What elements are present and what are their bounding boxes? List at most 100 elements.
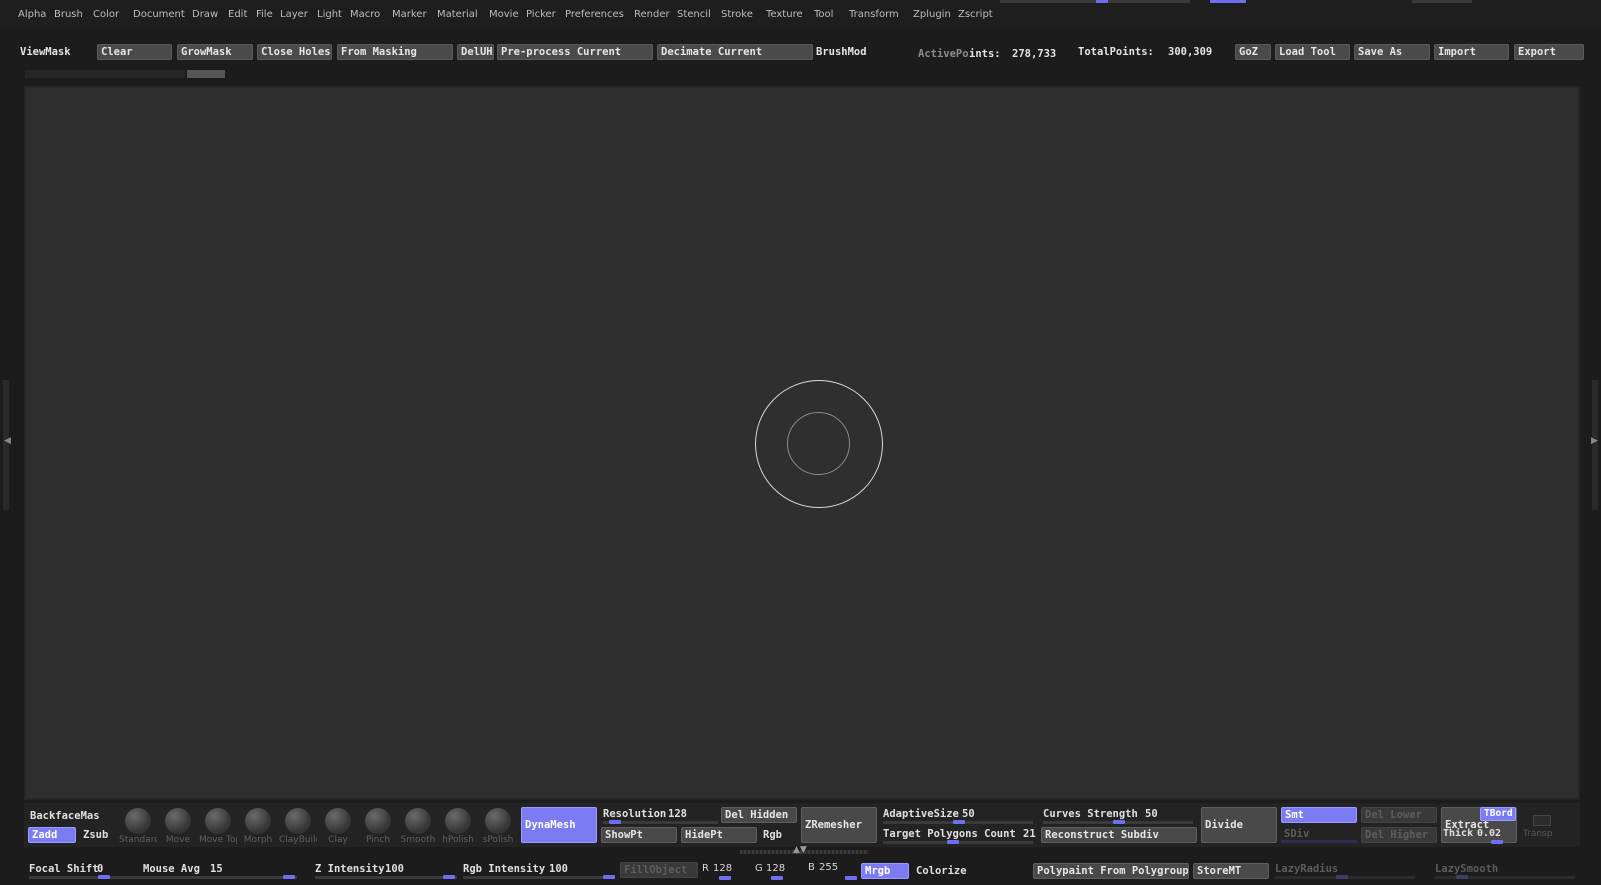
smt-toggle[interactable]: Smt (1281, 807, 1357, 823)
export-button[interactable]: Export (1514, 44, 1584, 60)
z-intensity-slider[interactable] (315, 876, 457, 879)
shelf-collapse-icon[interactable]: ▲▼ (793, 845, 807, 855)
zadd-button[interactable]: Zadd (28, 827, 76, 843)
brush-spolish[interactable]: sPolish (479, 808, 517, 845)
goz-button[interactable]: GoZ (1235, 44, 1271, 60)
menu-layer[interactable]: Layer (280, 9, 308, 20)
del-lower-button[interactable]: Del Lower (1361, 807, 1437, 823)
resolution-slider-knob[interactable] (609, 820, 621, 824)
divide-button[interactable]: Divide (1201, 807, 1277, 843)
del-higher-button[interactable]: Del Higher (1361, 827, 1437, 843)
lazysmooth-knob[interactable] (1456, 875, 1468, 879)
target-polygons-knob[interactable] (947, 840, 959, 844)
decimate-current-button[interactable]: Decimate Current (657, 44, 813, 60)
total-points-label: TotalPoints: (1078, 46, 1154, 58)
storemt-button[interactable]: StoreMT (1193, 863, 1269, 879)
right-tray-arrow-icon[interactable]: ▶ (1591, 436, 1598, 446)
g-slider-knob[interactable] (771, 876, 783, 880)
hidept-button[interactable]: HidePt (681, 827, 757, 843)
brush-hpolish[interactable]: hPolish (439, 808, 477, 845)
adaptive-size-knob[interactable] (953, 820, 965, 824)
brush-pinch[interactable]: Pinch (359, 808, 397, 845)
curves-strength-knob[interactable] (1113, 820, 1125, 824)
brush-clay[interactable]: Clay (319, 808, 357, 845)
preprocess-current-button[interactable]: Pre-process Current (497, 44, 653, 60)
r-value: 128 (713, 863, 733, 874)
zremesher-button[interactable]: ZRemesher (801, 807, 877, 843)
top-slider-knob[interactable] (1096, 0, 1108, 3)
save-as-button[interactable]: Save As (1354, 44, 1430, 60)
deluh-button[interactable]: DelUH (457, 44, 494, 60)
focal-shift-knob[interactable] (98, 875, 110, 879)
dynamesh-button[interactable]: DynaMesh (521, 807, 597, 843)
fillobject-button[interactable]: FillObject (620, 862, 698, 878)
menu-file[interactable]: File (256, 9, 273, 20)
menu-picker[interactable]: Picker (526, 9, 556, 20)
menu-stencil[interactable]: Stencil (677, 9, 711, 20)
resolution-label: Resolution (603, 808, 667, 820)
brush-move[interactable]: Move (159, 808, 197, 845)
menu-texture[interactable]: Texture (766, 9, 803, 20)
transp-icon[interactable] (1533, 815, 1551, 826)
brushmod-label: BrushMod (816, 46, 867, 58)
zsub-button[interactable]: Zsub (83, 829, 108, 841)
import-button[interactable]: Import (1434, 44, 1509, 60)
menu-zplugin[interactable]: Zplugin (913, 9, 951, 20)
menu-material[interactable]: Material (437, 9, 478, 20)
menu-alpha[interactable]: Alpha (18, 9, 46, 20)
menu-render[interactable]: Render (634, 9, 670, 20)
lazyradius-knob[interactable] (1336, 875, 1348, 879)
rgb-intensity-knob[interactable] (603, 875, 615, 879)
top-slider-right[interactable] (1412, 0, 1472, 3)
menu-color[interactable]: Color (93, 9, 119, 20)
menu-marker[interactable]: Marker (392, 9, 427, 20)
menu-macro[interactable]: Macro (350, 9, 380, 20)
menu-preferences[interactable]: Preferences (565, 9, 624, 20)
b-label: B (808, 862, 815, 873)
mouse-avg-knob[interactable] (283, 875, 295, 879)
z-intensity-knob[interactable] (443, 875, 455, 879)
close-holes-button[interactable]: Close Holes (257, 44, 332, 60)
from-masking-button[interactable]: From Masking (337, 44, 453, 60)
mrgb-toggle[interactable]: Mrgb (861, 863, 909, 879)
thick-slider-knob[interactable] (1491, 840, 1503, 844)
focal-shift-slider[interactable] (29, 876, 297, 879)
r-slider-knob[interactable] (719, 876, 731, 880)
brush-claybuildup[interactable]: ClayBuildup (279, 808, 317, 845)
brush-smooth[interactable]: Smooth (399, 808, 437, 845)
left-tray-arrow-icon[interactable]: ◀ (4, 436, 11, 446)
load-tool-button[interactable]: Load Tool (1275, 44, 1350, 60)
b-slider-knob[interactable] (845, 876, 857, 880)
thick-label: Thick (1443, 828, 1474, 839)
polypaint-from-polygroups-button[interactable]: Polypaint From Polygroups (1033, 863, 1189, 879)
rgb-intensity-slider[interactable] (463, 876, 615, 879)
menu-edit[interactable]: Edit (228, 9, 247, 20)
menu-draw[interactable]: Draw (192, 9, 218, 20)
menu-zscript[interactable]: Zscript (958, 9, 993, 20)
rgb-label[interactable]: Rgb (763, 829, 782, 841)
brush-standard[interactable]: Standard (119, 808, 157, 845)
menu-stroke[interactable]: Stroke (721, 9, 753, 20)
brush-morph[interactable]: Morph (239, 808, 277, 845)
tab-strip-scroll[interactable] (187, 70, 225, 78)
menu-tool[interactable]: Tool (814, 9, 833, 20)
del-hidden-button[interactable]: Del Hidden (721, 807, 797, 823)
grow-mask-button[interactable]: GrowMask (177, 44, 253, 60)
menu-transform[interactable]: Transform (849, 9, 899, 20)
brush-move-topo[interactable]: Move Topo (199, 808, 237, 845)
reconstruct-subdiv-button[interactable]: Reconstruct Subdiv (1041, 827, 1197, 843)
menu-document[interactable]: Document (133, 9, 185, 20)
top-slider[interactable] (1000, 0, 1190, 3)
menu-light[interactable]: Light (317, 9, 342, 20)
clear-mask-button[interactable]: Clear (97, 44, 172, 60)
menu-brush[interactable]: Brush (54, 9, 83, 20)
sdiv-slider[interactable] (1281, 840, 1357, 843)
tbord-toggle[interactable]: TBord (1480, 807, 1516, 821)
top-toggle[interactable] (1210, 0, 1246, 3)
transp-label[interactable]: Transp (1523, 829, 1553, 839)
showpt-button[interactable]: ShowPt (601, 827, 677, 843)
backface-mask-label[interactable]: BackfaceMas (30, 810, 100, 822)
menu-movie[interactable]: Movie (489, 9, 519, 20)
colorize-toggle[interactable]: Colorize (916, 865, 967, 877)
total-points-value: 300,309 (1168, 46, 1213, 58)
